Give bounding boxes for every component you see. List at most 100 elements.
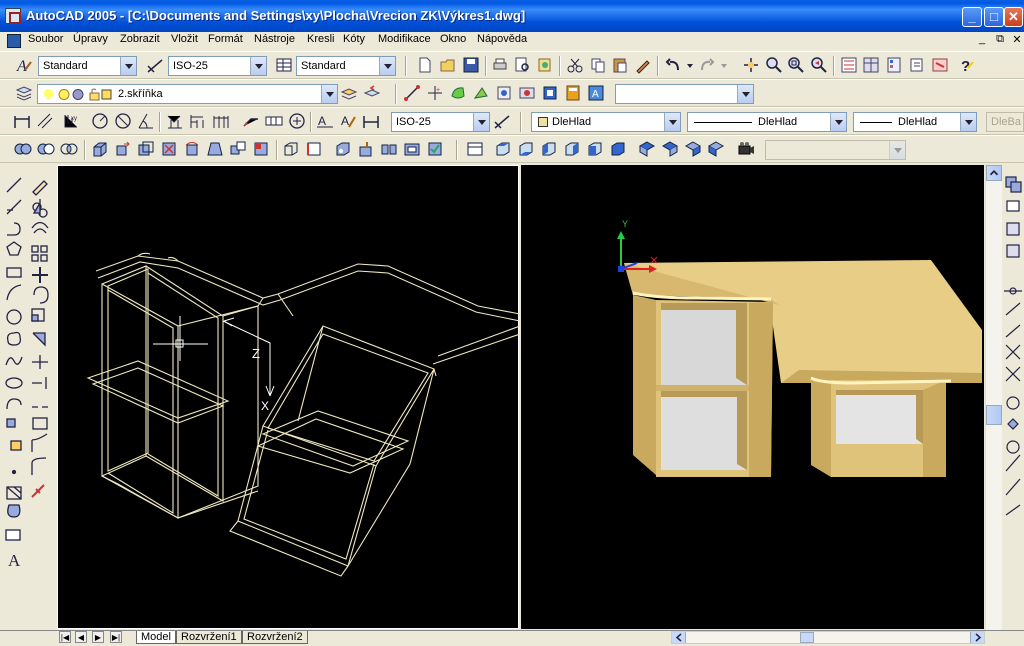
cut-icon[interactable]: [566, 56, 584, 74]
sheet-set-manager-icon[interactable]: [908, 56, 926, 74]
chevron-down-icon[interactable]: [120, 57, 136, 75]
layer-state-icons[interactable]: [42, 87, 112, 102]
menu-format[interactable]: Formát: [208, 33, 243, 45]
layer-manager-icon[interactable]: [15, 84, 33, 102]
quick-dimension-icon[interactable]: [166, 112, 184, 130]
menu-soubor[interactable]: Soubor: [28, 33, 63, 45]
table-style-icon[interactable]: [275, 56, 293, 74]
separate-icon[interactable]: [380, 140, 398, 158]
pan-realtime-icon[interactable]: [742, 56, 760, 74]
aligned-dimension-icon[interactable]: [36, 112, 54, 130]
chevron-down-icon[interactable]: [960, 113, 976, 131]
mdi-restore-button[interactable]: ⧉: [993, 33, 1007, 47]
markup-set-manager-icon[interactable]: [931, 56, 949, 74]
linear-dimension-icon[interactable]: [13, 112, 31, 130]
minimize-button[interactable]: _: [962, 7, 982, 27]
zoom-realtime-icon[interactable]: [765, 56, 783, 74]
id-point-icon[interactable]: [518, 84, 536, 102]
delete-faces-icon[interactable]: [160, 140, 178, 158]
vertical-scrollbar[interactable]: [985, 165, 1002, 630]
redo-icon[interactable]: [698, 56, 716, 74]
color-edges-icon[interactable]: [305, 140, 323, 158]
tolerance-icon[interactable]: [265, 112, 283, 130]
copy-faces-icon[interactable]: [229, 140, 247, 158]
update-fields-icon[interactable]: A: [587, 84, 605, 102]
last-tab-button[interactable]: ▶|: [110, 631, 122, 643]
tool-palettes-icon[interactable]: [885, 56, 903, 74]
previous-tab-button[interactable]: ◀: [75, 631, 87, 643]
menu-vlozit[interactable]: Vložit: [171, 33, 198, 45]
nw-isometric-icon[interactable]: [707, 140, 725, 158]
menu-kresli[interactable]: Kresli: [307, 33, 335, 45]
paste-icon[interactable]: [611, 56, 629, 74]
next-tab-button[interactable]: ▶: [92, 631, 104, 643]
tab-rozvrzeni2[interactable]: Rozvržení2: [242, 631, 308, 644]
lineweight-control-select[interactable]: DleHlad: [853, 112, 977, 132]
publish-icon[interactable]: [536, 56, 554, 74]
horizontal-scrollbar[interactable]: [671, 631, 985, 644]
menu-napoveda[interactable]: Nápověda: [477, 33, 527, 45]
text-style-icon[interactable]: A: [15, 56, 33, 74]
zoom-previous-icon[interactable]: [810, 56, 828, 74]
distance-icon[interactable]: [403, 84, 421, 102]
chevron-down-icon[interactable]: [321, 85, 337, 103]
dimension-edit-icon[interactable]: A: [316, 112, 334, 130]
ordinate-dimension-icon[interactable]: xy: [62, 112, 80, 130]
continue-dimension-icon[interactable]: [212, 112, 230, 130]
chevron-down-icon[interactable]: [250, 57, 266, 75]
taper-faces-icon[interactable]: [206, 140, 224, 158]
intersect-icon[interactable]: [60, 140, 78, 158]
viewport-right-shaded[interactable]: Y: [521, 165, 984, 629]
scroll-up-button[interactable]: [986, 165, 1002, 181]
layer-select[interactable]: 2.skříňka: [37, 84, 338, 104]
maximize-button[interactable]: □: [984, 7, 1004, 27]
offset-faces-icon[interactable]: [137, 140, 155, 158]
calculator-icon[interactable]: [564, 84, 582, 102]
menu-koty[interactable]: Kóty: [343, 33, 365, 45]
scroll-right-button[interactable]: [970, 632, 984, 643]
chevron-down-icon[interactable]: [830, 113, 846, 131]
text-style-select[interactable]: Standard: [38, 56, 137, 76]
chevron-down-icon[interactable]: [737, 85, 753, 103]
plot-icon[interactable]: [491, 56, 509, 74]
area-icon[interactable]: [541, 84, 559, 102]
toolbar4-extra-select[interactable]: [765, 140, 906, 160]
left-view-icon[interactable]: [540, 140, 558, 158]
mdi-close-button[interactable]: ✕: [1010, 33, 1024, 47]
bottom-view-icon[interactable]: [517, 140, 535, 158]
chevron-down-icon[interactable]: [473, 113, 489, 131]
new-file-icon[interactable]: [416, 56, 434, 74]
move-faces-icon[interactable]: [114, 140, 132, 158]
front-view-icon[interactable]: [586, 140, 604, 158]
region-icon[interactable]: [449, 84, 467, 102]
toolbar2-extra-select[interactable]: [615, 84, 754, 104]
center-mark-icon[interactable]: [288, 112, 306, 130]
menu-okno[interactable]: Okno: [440, 33, 466, 45]
rotate-faces-icon[interactable]: [183, 140, 201, 158]
help-icon[interactable]: ?: [958, 56, 976, 74]
union-icon[interactable]: [14, 140, 32, 158]
viewport-left-wireframe[interactable]: Z X: [57, 165, 520, 629]
imprint-icon[interactable]: [334, 140, 352, 158]
undo-icon[interactable]: [664, 56, 682, 74]
menu-upravy[interactable]: Úpravy: [73, 33, 108, 45]
linetype-control-select[interactable]: DleHlad: [687, 112, 847, 132]
diameter-dimension-icon[interactable]: [114, 112, 132, 130]
radius-dimension-icon[interactable]: [91, 112, 109, 130]
subtract-icon[interactable]: [37, 140, 55, 158]
locate-point-icon[interactable]: +: [426, 84, 444, 102]
quick-leader-icon[interactable]: [242, 112, 260, 130]
copy-edges-icon[interactable]: [282, 140, 300, 158]
match-properties-icon[interactable]: [634, 56, 652, 74]
baseline-dimension-icon[interactable]: [189, 112, 207, 130]
menu-modifikace[interactable]: Modifikace: [378, 33, 431, 45]
se-isometric-icon[interactable]: [661, 140, 679, 158]
table-style-select[interactable]: Standard: [296, 56, 396, 76]
clean-icon[interactable]: [357, 140, 375, 158]
menu-zobrazit[interactable]: Zobrazit: [120, 33, 160, 45]
dim-style-select[interactable]: ISO-25: [168, 56, 267, 76]
scroll-thumb[interactable]: [986, 405, 1002, 425]
dim-style-select-2[interactable]: ISO-25: [391, 112, 490, 132]
tab-rozvrzeni1[interactable]: Rozvržení1: [176, 631, 242, 644]
zoom-window-icon[interactable]: [787, 56, 805, 74]
